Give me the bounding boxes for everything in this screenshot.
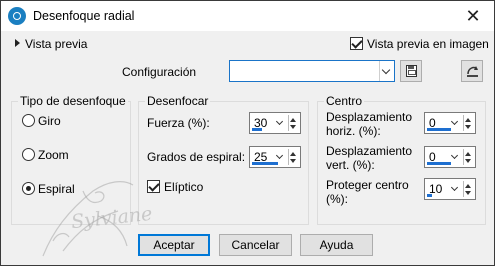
- h-offset-spinner[interactable]: 0: [424, 112, 476, 134]
- spin-arrows-icon[interactable]: [463, 181, 473, 197]
- strength-level-bar: [252, 128, 262, 131]
- spin-arrows-icon[interactable]: [463, 149, 473, 165]
- reset-button[interactable]: [461, 60, 483, 82]
- radio-icon: [22, 114, 35, 127]
- strength-spinner[interactable]: 30: [249, 112, 301, 134]
- spin-arrows-icon[interactable]: [288, 149, 298, 165]
- center-group-label: Centro: [324, 94, 365, 108]
- reset-icon: [467, 66, 478, 77]
- help-button[interactable]: Ayuda: [300, 234, 373, 256]
- strength-label: Fuerza (%):: [147, 116, 210, 130]
- h-offset-level-bar: [427, 128, 451, 131]
- title-bar: Desenfoque radial ✕: [1, 1, 494, 31]
- chevron-down-icon[interactable]: [450, 181, 460, 197]
- h-offset-label-line2: horiz. (%):: [326, 124, 381, 138]
- chevron-down-icon[interactable]: [450, 149, 460, 165]
- chevron-down-icon[interactable]: [275, 115, 285, 131]
- v-offset-label-line1: Desplazamiento: [326, 144, 413, 158]
- center-group: Centro Desplazamiento horiz. (%): 0 Desp…: [317, 94, 486, 225]
- v-offset-label: Desplazamiento vert. (%):: [326, 144, 412, 172]
- radio-giro[interactable]: Giro: [22, 114, 61, 128]
- spiral-degrees-label: Grados de espiral:: [147, 150, 246, 164]
- protect-center-label: Proteger centro (%):: [326, 178, 409, 206]
- v-offset-level-bar: [427, 162, 451, 165]
- protect-center-label-line1: Proteger centro: [326, 178, 409, 192]
- config-label: Configuración: [122, 65, 197, 79]
- preview-in-image-checkbox[interactable]: Vista previa en imagen: [350, 37, 489, 51]
- save-icon: [406, 65, 417, 77]
- v-offset-spinner[interactable]: 0: [424, 146, 476, 168]
- spin-arrows-icon[interactable]: [463, 115, 473, 131]
- preview-toggle-label: Vista previa: [25, 37, 88, 51]
- app-icon: [8, 7, 26, 25]
- close-icon[interactable]: ✕: [462, 5, 484, 27]
- h-offset-label-line1: Desplazamiento: [326, 110, 413, 124]
- config-select[interactable]: [229, 60, 395, 82]
- save-preset-button[interactable]: [400, 60, 422, 82]
- radio-zoom[interactable]: Zoom: [22, 148, 69, 162]
- radio-giro-label: Giro: [38, 114, 61, 128]
- chevron-down-icon[interactable]: [275, 149, 285, 165]
- protect-center-label-line2: (%):: [326, 192, 348, 206]
- spin-arrows-icon[interactable]: [288, 115, 298, 131]
- radio-zoom-label: Zoom: [38, 148, 69, 162]
- preview-in-image-label: Vista previa en imagen: [367, 37, 489, 51]
- window-title: Desenfoque radial: [33, 9, 135, 23]
- preview-toggle[interactable]: Vista previa: [15, 37, 87, 51]
- spiral-degrees-spinner[interactable]: 25: [249, 146, 301, 168]
- radio-icon: [22, 148, 35, 161]
- chevron-down-icon[interactable]: [379, 61, 394, 81]
- radial-blur-dialog: Desenfoque radial ✕ Vista previa Vista p…: [0, 0, 495, 266]
- v-offset-label-line2: vert. (%):: [326, 158, 375, 172]
- blur-group-label: Desenfocar: [145, 94, 211, 108]
- protect-center-spinner[interactable]: 10: [424, 178, 476, 200]
- blur-type-group-label: Tipo de desenfoque: [18, 94, 128, 108]
- protect-center-level-bar: [427, 194, 432, 197]
- h-offset-label: Desplazamiento horiz. (%):: [326, 110, 412, 138]
- ok-button[interactable]: Aceptar: [138, 234, 210, 256]
- checkbox-check-icon: [350, 37, 363, 50]
- expand-arrow-icon: [15, 39, 20, 47]
- cancel-button[interactable]: Cancelar: [219, 234, 292, 256]
- chevron-down-icon[interactable]: [450, 115, 460, 131]
